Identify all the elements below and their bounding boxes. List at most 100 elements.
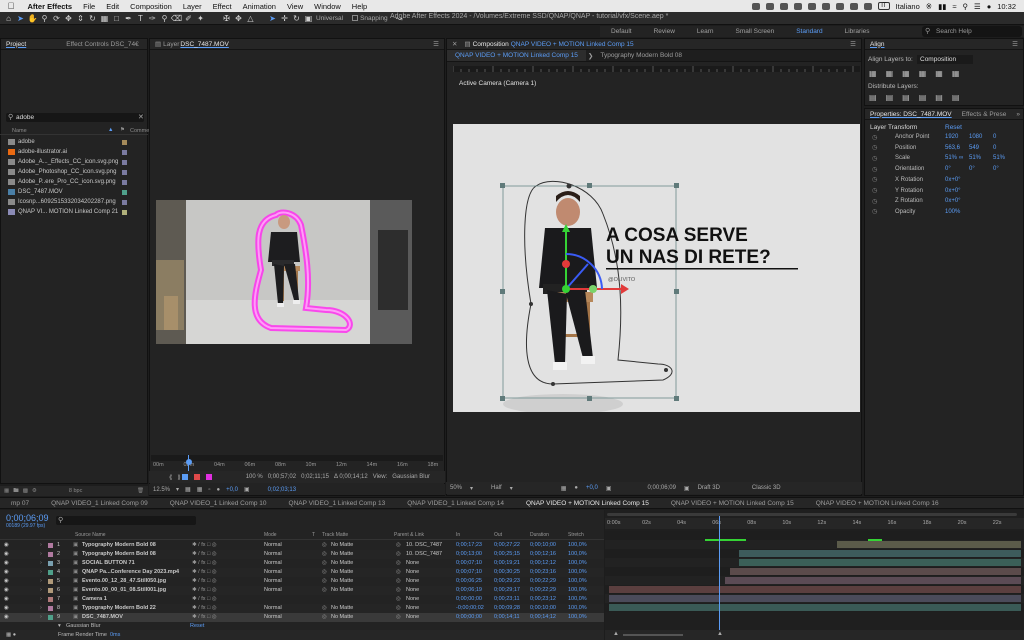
layer-footer-time[interactable]: 0;02;03;13 xyxy=(268,487,296,493)
help-search-input[interactable]: Search Help xyxy=(922,26,1022,37)
project-item[interactable]: adobe xyxy=(8,137,148,147)
pen-tool-icon[interactable]: ✒ xyxy=(124,14,133,23)
layer-in[interactable]: -0;00;00;02 xyxy=(456,605,484,611)
menu-edit[interactable]: Edit xyxy=(101,2,125,11)
property-value-1[interactable]: 100% xyxy=(945,209,969,215)
parent-pickwhip-icon[interactable]: ◎ xyxy=(396,605,401,611)
comp-lock-icon[interactable]: ▤ xyxy=(459,40,472,48)
layer-out[interactable]: 0;00;23;11 xyxy=(494,596,520,602)
close-icon[interactable]: ✕ xyxy=(447,40,459,48)
property-value-2[interactable]: 51% xyxy=(969,155,993,161)
bpc-label[interactable]: 8 bpc xyxy=(69,488,82,494)
layer-out[interactable]: 0;00;09;28 xyxy=(494,605,520,611)
layer-duration[interactable]: 0;00;22;29 xyxy=(530,587,556,593)
visibility-icon[interactable]: ◉ xyxy=(4,560,9,566)
track-matte-dropdown[interactable]: No Matte xyxy=(331,551,353,557)
swatch-red[interactable] xyxy=(194,474,200,480)
timeline-tab[interactable]: mp 07 xyxy=(0,500,40,507)
comp-grid-icon[interactable]: ▦ xyxy=(561,485,567,492)
layer-stretch[interactable]: 100,0% xyxy=(568,587,587,593)
layer-row[interactable]: ◉ › 4 ▣ QNAP Pa...Conference Day 2023.mp4 ✱ /… xyxy=(0,568,604,577)
layer-time-marker[interactable] xyxy=(186,459,192,465)
stopwatch-icon[interactable]: ◷ xyxy=(872,155,877,162)
distribute-bottom-icon[interactable]: ▤ xyxy=(902,93,910,102)
property-row[interactable]: ◷ Y Rotation 0x+0° xyxy=(870,186,1020,196)
layer-in[interactable]: 0;00;07;10 xyxy=(456,560,482,566)
camera-snapshot-icon[interactable]: ▣ xyxy=(244,486,250,493)
comp-time[interactable]: 0;00;06;09 xyxy=(648,485,676,491)
delete-icon[interactable]: 🗑 xyxy=(137,488,148,494)
layer-out[interactable]: 0;00;30;25 xyxy=(494,569,520,575)
menu-layer[interactable]: Layer xyxy=(177,2,207,11)
link-icon[interactable]: ∞ xyxy=(959,155,969,161)
stopwatch-icon[interactable]: ◷ xyxy=(872,166,877,173)
status-icon-9[interactable] xyxy=(864,2,873,10)
layer-switches[interactable]: ✱ / fx □ ◎ xyxy=(192,596,217,602)
stopwatch-icon[interactable]: ◷ xyxy=(872,208,877,215)
layer-out[interactable]: 0;00;29;23 xyxy=(494,578,520,584)
layer-stretch[interactable]: 100,0% xyxy=(568,596,587,602)
project-settings-icon[interactable]: ⚙ xyxy=(32,488,37,494)
expand-icon[interactable]: › xyxy=(40,542,42,548)
axis-local-icon[interactable]: ✠ xyxy=(222,14,231,23)
battery-icon[interactable]: ▮▮ xyxy=(938,2,946,11)
track-matte-dropdown[interactable]: No Matte xyxy=(331,587,353,593)
layer-name[interactable]: SOCIAL BUTTON 71 xyxy=(82,560,135,566)
search-icon[interactable]: ⚲ xyxy=(962,2,968,11)
tab-project[interactable]: Project xyxy=(1,41,31,48)
track-matte-icon[interactable]: ◎ xyxy=(322,605,327,611)
color-channel-icon[interactable]: ● xyxy=(217,487,221,493)
layer-label-color[interactable] xyxy=(48,579,53,584)
grid-icon[interactable]: ▦ xyxy=(197,486,203,493)
comp-snapshot-icon[interactable]: ▣ xyxy=(606,485,612,492)
layer-row[interactable]: ◉ › 5 ▣ Evento.00_12_28_47.Still050.jpg ✱ / f… xyxy=(0,577,604,586)
status-icon-3[interactable] xyxy=(780,2,789,10)
col-t[interactable]: T xyxy=(312,532,315,538)
comp-menu-icon[interactable]: ☰ xyxy=(845,40,861,48)
layer-in[interactable]: 0;00;07;10 xyxy=(456,569,482,575)
track-matte-dropdown[interactable]: No Matte xyxy=(331,605,353,611)
layer-name[interactable]: Evento.00_00_01_08.Still001.jpg xyxy=(82,587,166,593)
panel-menu-icon[interactable]: ☰ xyxy=(428,40,444,48)
expand-icon[interactable]: › xyxy=(40,578,42,584)
hand-tool-icon[interactable]: ✋ xyxy=(28,14,38,23)
label-swatch[interactable] xyxy=(122,209,127,215)
parent-dropdown[interactable]: None xyxy=(406,587,419,593)
expand-icon[interactable]: › xyxy=(40,614,42,620)
parent-pickwhip-icon[interactable]: ◎ xyxy=(396,578,401,584)
align-bottom-icon[interactable]: ▦ xyxy=(952,69,960,78)
puppet-tool-icon[interactable]: ✦ xyxy=(196,14,205,23)
workspace-review[interactable]: Review xyxy=(643,28,686,35)
stopwatch-icon[interactable]: ◷ xyxy=(872,134,877,141)
work-area-bar[interactable] xyxy=(607,513,1017,516)
track-matte-icon[interactable]: ◎ xyxy=(322,614,327,620)
expand-icon[interactable]: › xyxy=(40,560,42,566)
layer-stretch[interactable]: 100,0% xyxy=(568,542,587,548)
layer-stretch[interactable]: 100,0% xyxy=(568,605,587,611)
distribute-left-icon[interactable]: ▤ xyxy=(919,93,927,102)
expand-icon[interactable]: › xyxy=(40,605,42,611)
layer-duration[interactable]: 0;00;10;00 xyxy=(530,605,556,611)
visibility-icon[interactable]: ◉ xyxy=(4,596,9,602)
label-col-icon[interactable]: ⚑ xyxy=(120,127,125,133)
expand-icon[interactable]: › xyxy=(40,596,42,602)
status-icon-2[interactable] xyxy=(766,2,775,10)
snapping-checkbox[interactable] xyxy=(352,15,359,21)
track-matte-dropdown[interactable]: No Matte xyxy=(331,542,353,548)
track-matte-icon[interactable]: ◎ xyxy=(322,578,327,584)
layer-name[interactable]: Evento.00_12_28_47.Still050.jpg xyxy=(82,578,166,584)
fit-icon[interactable]: ▦ xyxy=(185,486,191,493)
3d-scale-icon[interactable]: ▣ xyxy=(304,14,313,23)
workspace-standard[interactable]: Standard xyxy=(785,28,833,35)
chevron-down-icon[interactable]: ▾ xyxy=(510,485,513,492)
layer-zoom-dropdown[interactable]: 12.5% xyxy=(153,487,170,493)
project-item[interactable]: QNAP VI... MOTION Linked Comp 21 xyxy=(8,207,148,217)
layer-stretch[interactable]: 100,0% xyxy=(568,551,587,557)
label-swatch[interactable] xyxy=(122,169,127,175)
distribute-right-icon[interactable]: ▤ xyxy=(952,93,960,102)
layer-duration-bar[interactable] xyxy=(609,595,1021,602)
timeline-tab[interactable]: QNAP VIDEO_1 Linked Comp 14 xyxy=(396,500,515,507)
input-source-badge[interactable]: IT xyxy=(878,2,890,10)
timeline-tab[interactable]: QNAP VIDEO_1 Linked Comp 10 xyxy=(159,500,278,507)
out-point-icon[interactable]: ⟫ xyxy=(177,474,180,481)
